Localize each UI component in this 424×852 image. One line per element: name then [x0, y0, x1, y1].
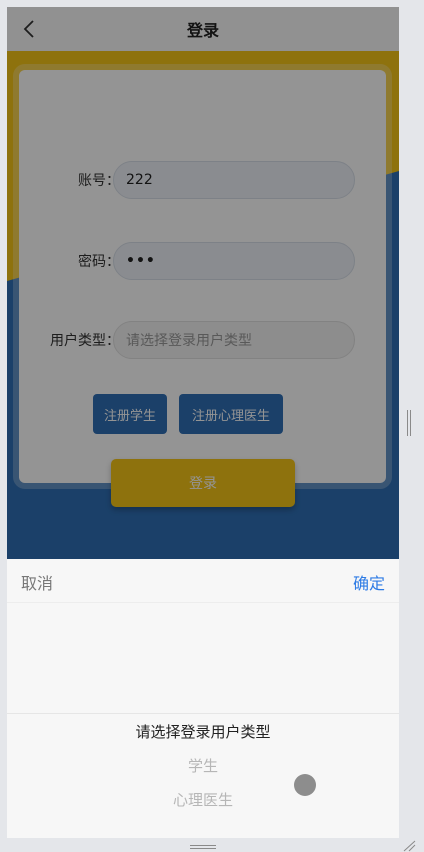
picker-option[interactable]: 学生 — [7, 755, 399, 776]
modal-overlay[interactable] — [7, 7, 399, 559]
picker-toolbar: 取消 确定 — [7, 559, 399, 603]
touch-indicator — [294, 774, 316, 796]
corner-resize-icon[interactable] — [402, 840, 416, 852]
picker-option[interactable]: 请选择登录用户类型 — [7, 721, 399, 742]
picker-confirm-button[interactable]: 确定 — [353, 570, 385, 594]
picker-wheel[interactable]: 请选择登录用户类型 学生 心理医生 — [7, 603, 399, 838]
resize-handle[interactable] — [190, 844, 216, 850]
user-type-picker: 取消 确定 请选择登录用户类型 学生 心理医生 — [7, 559, 399, 838]
phone-screen: 登录 账号： 222 密码： ••• 用户类型： 请选择登录用户类型 注册学生 … — [7, 7, 399, 838]
scrollbar-handle[interactable] — [406, 410, 412, 436]
picker-option[interactable]: 心理医生 — [7, 789, 399, 810]
picker-cancel-button[interactable]: 取消 — [21, 570, 53, 594]
picker-selection-line — [7, 713, 399, 714]
